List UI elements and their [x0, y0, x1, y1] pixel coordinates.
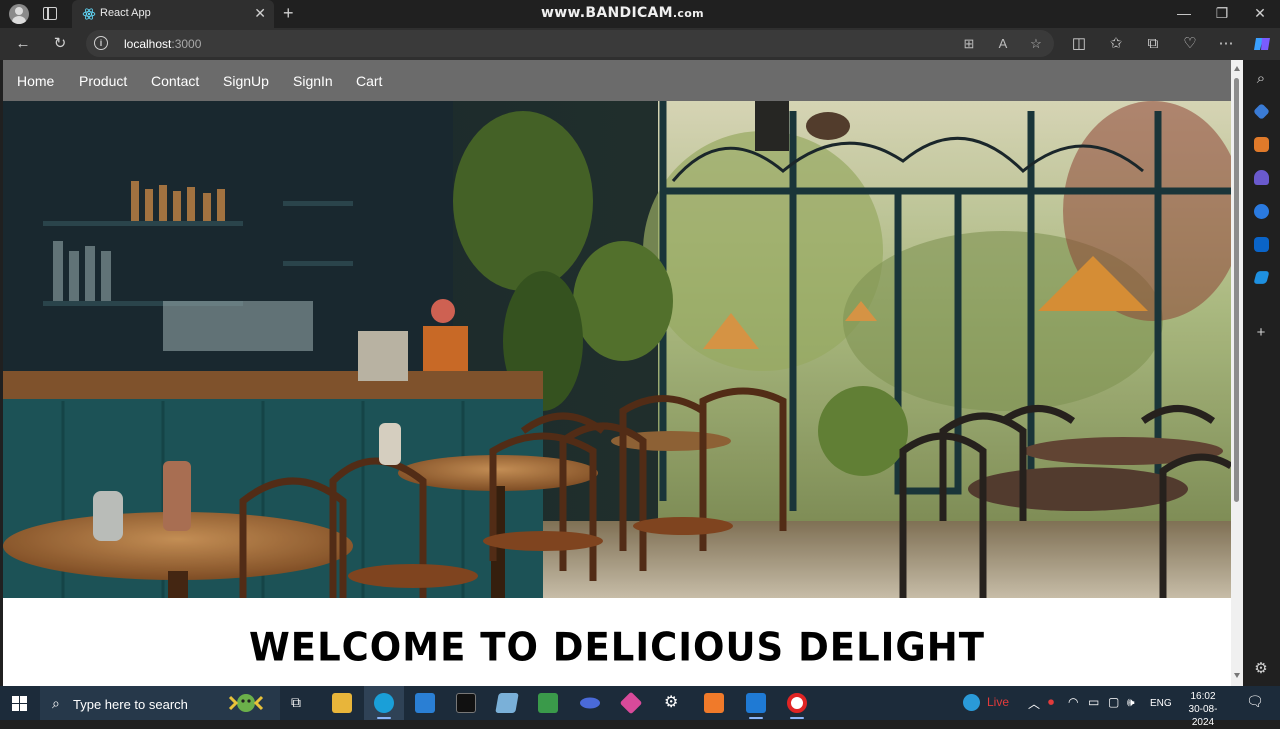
add-sidebar-app-icon[interactable]: +: [1250, 322, 1272, 344]
nav-contact[interactable]: Contact: [151, 73, 199, 89]
notepad-icon[interactable]: [495, 693, 519, 713]
maximize-button[interactable]: ❐: [1202, 4, 1242, 22]
tools-icon[interactable]: [1254, 137, 1269, 152]
file-explorer-icon[interactable]: [332, 693, 352, 713]
url-text[interactable]: localhost:3000: [124, 37, 201, 51]
minimize-button[interactable]: —: [1164, 4, 1204, 22]
nav-home[interactable]: Home: [17, 73, 54, 89]
microsoft-365-icon[interactable]: [1254, 204, 1269, 219]
browser-essentials-icon[interactable]: ♡: [1179, 33, 1201, 55]
device-icon[interactable]: ▭: [1088, 695, 1099, 709]
url-port: :3000: [171, 37, 202, 51]
edge-active-indicator: [377, 717, 391, 719]
nav-signin[interactable]: SignIn: [293, 73, 333, 89]
vscode-active-indicator: [749, 717, 763, 719]
search-highlight-icon[interactable]: [224, 691, 268, 715]
favorites-icon[interactable]: ✩: [1105, 33, 1127, 55]
recorder-watermark: www.BANDICAM.com: [541, 5, 704, 21]
tab-title: React App: [100, 7, 151, 19]
react-logo-icon: [82, 8, 96, 20]
volume-icon[interactable]: 🕪: [1127, 695, 1135, 710]
tab-react-app[interactable]: React App ✕: [72, 0, 274, 28]
windows-start-icon[interactable]: [12, 696, 27, 711]
page-scrollbar[interactable]: [1231, 60, 1243, 686]
address-bar[interactable]: i localhost:3000 ⊞ A ☆: [86, 30, 1054, 57]
weather-icon[interactable]: [963, 694, 980, 711]
watermark-main: www.BANDICAM: [541, 5, 673, 21]
edge-sidebar: ⌕ + ⚙: [1243, 60, 1280, 686]
nav-cart[interactable]: Cart: [356, 73, 382, 89]
scroll-down-arrow-icon[interactable]: [1234, 673, 1240, 678]
language-indicator[interactable]: ENG: [1150, 698, 1172, 709]
tab-actions-icon[interactable]: [43, 7, 57, 20]
send-icon[interactable]: [1253, 271, 1270, 284]
favorite-star-icon[interactable]: ☆: [1026, 34, 1046, 54]
git-icon[interactable]: [619, 691, 643, 715]
scroll-thumb[interactable]: [1234, 78, 1239, 502]
windows-taskbar: ⌕ Type here to search ⧉ ⚙ Live ︿ ⏺ ◠ ▭ ▢…: [0, 686, 1280, 728]
split-screen-icon[interactable]: ◫: [1068, 33, 1090, 55]
clock-date: 30-08-2024: [1188, 704, 1218, 728]
terminal-icon[interactable]: [456, 693, 476, 713]
show-hidden-icons-icon[interactable]: ︿: [1028, 695, 1040, 712]
infinity-app-icon[interactable]: [580, 697, 600, 709]
profile-avatar-icon[interactable]: [9, 4, 29, 24]
refresh-icon[interactable]: ↻: [49, 33, 71, 55]
search-icon: ⌕: [52, 695, 60, 711]
sidebar-search-icon[interactable]: ⌕: [1250, 68, 1272, 90]
excel-icon[interactable]: [538, 693, 558, 713]
page-viewport: Home Product Contact SignUp SignIn Cart: [3, 60, 1231, 686]
tab-close-icon[interactable]: ✕: [254, 5, 266, 21]
outlook-icon[interactable]: [1254, 237, 1269, 252]
close-window-button[interactable]: ✕: [1240, 4, 1280, 22]
mail-icon[interactable]: [415, 693, 435, 713]
search-placeholder: Type here to search: [73, 697, 188, 712]
bandicam-active-indicator: [790, 717, 804, 719]
scroll-up-arrow-icon[interactable]: [1234, 66, 1240, 71]
task-view-icon[interactable]: ⧉: [291, 694, 301, 711]
wifi-icon[interactable]: ◠: [1068, 695, 1078, 709]
collections-icon[interactable]: ⧉: [1142, 33, 1164, 55]
games-icon[interactable]: [1254, 170, 1269, 185]
app-available-icon[interactable]: ⊞: [959, 34, 979, 54]
welcome-heading: WELCOME TO DELICIOUS DELIGHT: [248, 624, 985, 671]
read-aloud-icon[interactable]: A: [993, 34, 1013, 54]
system-clock[interactable]: 16:02 30-08-2024: [1178, 690, 1228, 729]
site-info-icon[interactable]: i: [94, 36, 108, 50]
cafe-hero-image: [3, 101, 1231, 598]
nav-signup[interactable]: SignUp: [223, 73, 269, 89]
browser-titlebar: React App ✕ + www.BANDICAM.com — ❐ ✕: [0, 0, 1280, 28]
nav-product[interactable]: Product: [79, 73, 127, 89]
taskbar-search-box[interactable]: ⌕ Type here to search: [40, 686, 280, 720]
copilot-icon[interactable]: [1252, 34, 1272, 54]
xampp-icon[interactable]: [704, 693, 724, 713]
site-navbar: Home Product Contact SignUp SignIn Cart: [3, 60, 1231, 101]
back-arrow-icon[interactable]: ←: [12, 33, 34, 55]
vscode-icon[interactable]: [746, 693, 766, 713]
url-host: localhost: [124, 37, 172, 51]
shopping-tag-icon[interactable]: [1253, 103, 1270, 120]
bandicam-record-icon[interactable]: [787, 693, 807, 713]
watermark-suffix: .com: [672, 7, 704, 20]
live-label[interactable]: Live: [987, 695, 1009, 709]
recording-indicator-icon[interactable]: ⏺: [1048, 695, 1054, 710]
edge-browser-icon[interactable]: [374, 693, 394, 713]
browser-toolbar: ← ↻ i localhost:3000 ⊞ A ☆ ◫ ✩ ⧉ ♡ ⋯: [0, 28, 1280, 60]
new-tab-button[interactable]: +: [283, 3, 294, 23]
more-options-icon[interactable]: ⋯: [1215, 33, 1237, 55]
battery-icon[interactable]: ▢: [1108, 695, 1119, 709]
clock-time: 16:02: [1190, 691, 1216, 702]
sidebar-settings-icon[interactable]: ⚙: [1250, 658, 1272, 680]
settings-gear-icon[interactable]: ⚙: [664, 692, 678, 712]
notifications-icon[interactable]: 🗨: [1246, 693, 1264, 710]
